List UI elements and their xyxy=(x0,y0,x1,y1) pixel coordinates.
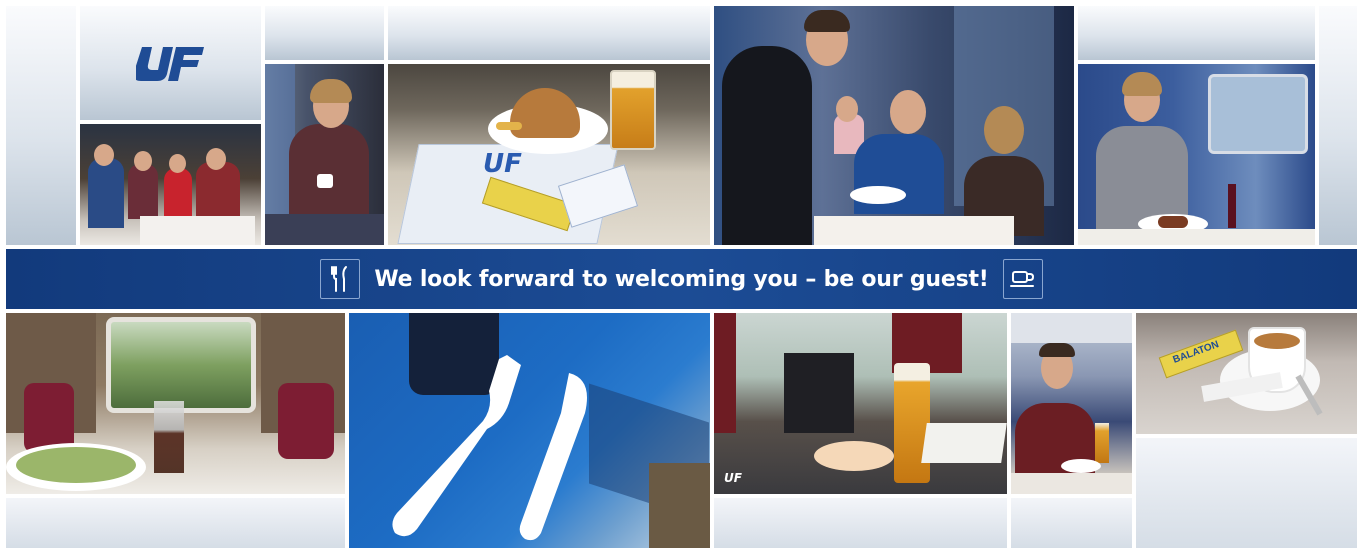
logo-tile: UF xyxy=(80,6,261,120)
photo-dining-car-exterior xyxy=(349,313,710,548)
grey-panel-top-4 xyxy=(1078,6,1315,60)
photo-waiter-serving xyxy=(714,6,1074,245)
placemat-logo: UF xyxy=(483,149,522,179)
grey-panel-bottom-1 xyxy=(6,498,345,548)
photo-woman-dining xyxy=(1078,64,1315,245)
grey-panel-bottom-3 xyxy=(1011,498,1132,548)
grey-panel-bottom-4 xyxy=(1136,438,1357,548)
coffee-cup-icon xyxy=(1002,259,1043,299)
grey-panel-top-right xyxy=(1319,6,1357,245)
photo-burger-beer: UF xyxy=(388,64,710,245)
photo-man-beer xyxy=(1011,313,1132,494)
grey-panel-top-left xyxy=(6,6,76,245)
fork-knife-icon xyxy=(320,259,361,299)
welcome-banner: We look forward to welcoming you – be ou… xyxy=(6,249,1357,309)
photo-coffee-biscuit: BALATON xyxy=(1136,313,1357,434)
photo-salad-window xyxy=(6,313,345,494)
photo-group-dining xyxy=(80,124,261,245)
photo-woman-coffee xyxy=(265,64,384,245)
grey-panel-top-3 xyxy=(388,6,710,60)
uf-logo-icon xyxy=(135,47,204,81)
banner-text: We look forward to welcoming you – be ou… xyxy=(374,266,989,292)
grey-panel-top-2 xyxy=(265,6,384,60)
photo-beer-lake: UF xyxy=(714,313,1007,494)
table-sign-logo: UF xyxy=(724,471,742,485)
grey-panel-bottom-2 xyxy=(714,498,1007,548)
